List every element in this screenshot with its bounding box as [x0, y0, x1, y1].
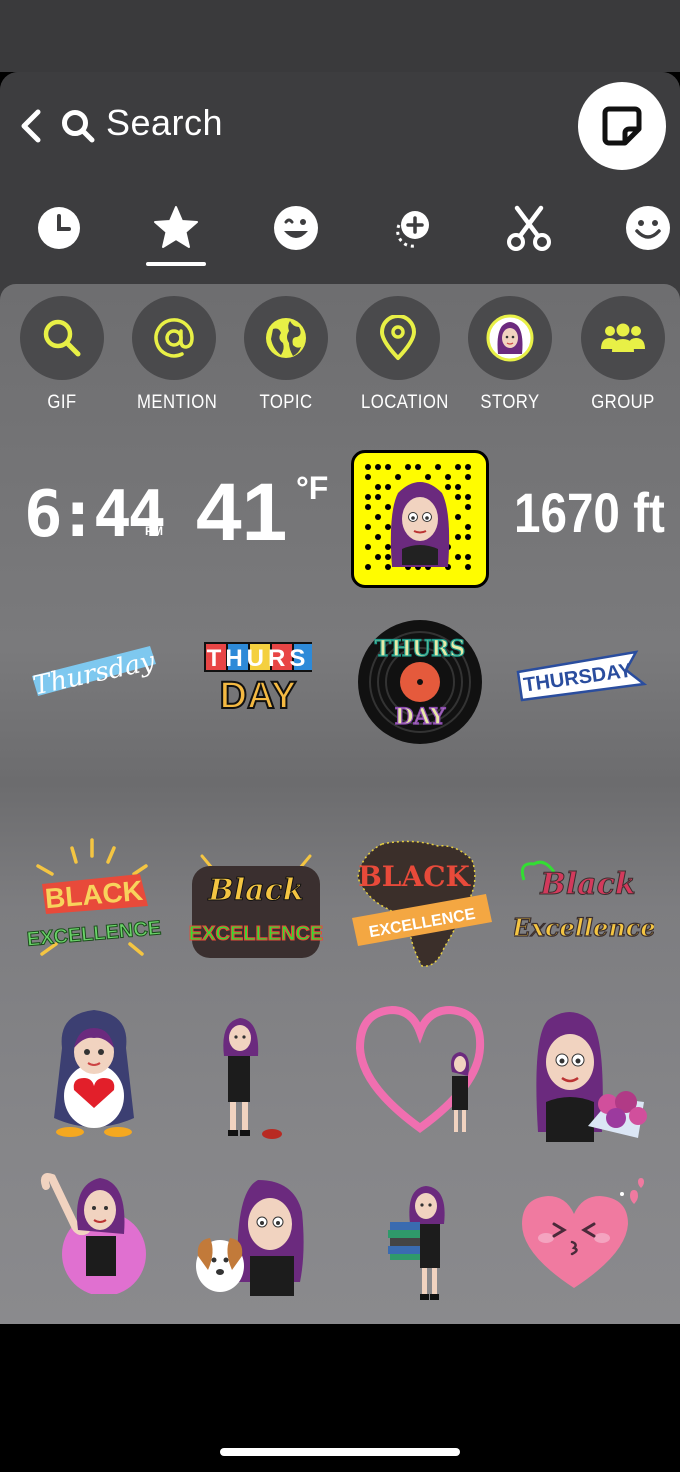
excellence-text: EXCELLENCE — [189, 923, 323, 945]
sticker-picker-panel: Search GIF MENTION TOPIC LOCATION STORY … — [0, 72, 680, 1324]
category-topic[interactable]: TOPIC — [244, 296, 328, 414]
thurs-day-blocks: THURS DAY — [204, 642, 312, 718]
bitmoji-heart-sticker[interactable] — [352, 1002, 488, 1142]
status-bar-area — [0, 0, 680, 72]
snapcode-dots — [365, 464, 471, 570]
globe-icon — [266, 318, 306, 358]
search-header: Search — [0, 72, 680, 179]
star-icon — [154, 206, 198, 248]
black-text: BLACK — [358, 860, 471, 893]
sticker-button[interactable] — [578, 82, 666, 170]
location-pin-icon — [380, 315, 416, 360]
tab-emoji[interactable] — [624, 204, 672, 252]
black-text: Black — [539, 867, 635, 902]
sticker-tabs — [0, 178, 680, 274]
group-icon — [601, 323, 645, 352]
thursday-ribbon-sticker[interactable]: THURSDAY — [514, 644, 648, 716]
sticker-icon — [602, 106, 642, 146]
thursday-script: Thursday — [31, 646, 158, 701]
thursday-sticker[interactable]: Thursday — [24, 634, 164, 714]
bitmoji-penguin-sticker[interactable] — [48, 1008, 140, 1138]
bitmoji-penguin — [54, 1010, 134, 1137]
category-mention[interactable]: MENTION — [132, 296, 218, 414]
excellence-text: Excellence — [514, 913, 654, 942]
thursday-ribbon: THURSDAY — [516, 650, 648, 702]
bitmoji-books-sticker[interactable] — [388, 1184, 456, 1304]
tab-cutout[interactable] — [505, 204, 553, 252]
bitmoji-dropped-item-sticker[interactable] — [206, 1012, 292, 1142]
bitmoji-face-icon — [274, 206, 318, 250]
time-ampm: PM — [145, 524, 163, 538]
category-group[interactable]: GROUP — [581, 296, 665, 414]
category-gif[interactable]: GIF — [20, 296, 104, 414]
smiley-icon — [626, 206, 670, 250]
home-indicator[interactable] — [220, 1448, 460, 1456]
altitude-sticker[interactable]: 1670 ft — [514, 480, 665, 545]
black-text: Black — [207, 873, 303, 908]
black-excellence-sticker-2[interactable]: Black EXCELLENCE — [188, 836, 324, 972]
black-excellence-africa: BLACK EXCELLENCE — [352, 840, 492, 967]
chevron-left-icon[interactable] — [18, 108, 46, 144]
vinyl-record: THURS DAY — [358, 620, 482, 744]
category-label: LOCATION — [361, 392, 449, 413]
bitmoji-standing — [223, 1018, 282, 1139]
search-icon[interactable] — [60, 108, 96, 144]
thursday-banner: Thursday — [31, 646, 158, 702]
kissing-heart-sticker[interactable] — [518, 1176, 652, 1296]
bitmoji-waving — [40, 1173, 146, 1296]
time-sticker[interactable]: 6:44 — [24, 478, 166, 552]
tab-create-sticker[interactable] — [389, 204, 437, 252]
category-label: GIF — [47, 392, 77, 413]
black-excellence-sticker-3[interactable]: BLACK EXCELLENCE — [352, 836, 492, 976]
category-location[interactable]: LOCATION — [356, 296, 449, 414]
bitmoji-avatar-icon — [486, 314, 534, 362]
sticker-grid: GIF MENTION TOPIC LOCATION STORY GROUP 6… — [0, 284, 680, 1324]
snapcode-sticker[interactable] — [351, 450, 489, 588]
clock-icon — [38, 207, 80, 249]
selected-tab-indicator — [146, 262, 206, 266]
black-excellence-script: Black Excellence — [511, 860, 656, 943]
at-icon — [154, 318, 194, 358]
bitmoji-heart — [355, 1005, 485, 1133]
excellence-text: EXCELLENCE — [26, 917, 162, 951]
category-label: GROUP — [591, 392, 655, 413]
tab-bitmoji[interactable] — [272, 204, 320, 252]
temperature-unit: °F — [296, 470, 329, 506]
bitmoji-dog — [196, 1180, 304, 1296]
day-text: DAY — [220, 675, 297, 717]
temperature-sticker[interactable]: 41 — [196, 466, 287, 560]
search-icon — [43, 319, 81, 357]
category-label: STORY — [480, 392, 540, 413]
day-text: DAY — [395, 704, 446, 730]
add-sticker-icon — [396, 211, 429, 248]
category-label: MENTION — [137, 392, 218, 413]
tab-recent[interactable] — [35, 204, 83, 252]
black-excellence-sticker-1[interactable]: BLACK EXCELLENCE — [22, 836, 164, 972]
thurs-day-block-sticker[interactable]: THURS DAY — [200, 636, 316, 718]
thurs-text: THURS — [375, 636, 466, 662]
search-field[interactable]: Search — [106, 102, 223, 144]
tab-favorites[interactable] — [152, 204, 200, 252]
category-story[interactable]: STORY — [468, 296, 552, 414]
scissors-icon — [507, 205, 551, 251]
bitmoji-dog-sticker[interactable] — [194, 1172, 306, 1300]
thursday-record-sticker[interactable]: THURS DAY — [356, 618, 484, 746]
category-label: TOPIC — [259, 392, 313, 413]
kissing-heart — [522, 1178, 644, 1288]
black-excellence-art: BLACK EXCELLENCE — [26, 838, 162, 956]
black-excellence-sticker-4[interactable]: Black Excellence — [511, 850, 656, 960]
black-excellence-art: Black EXCELLENCE — [188, 854, 324, 958]
thurs-text: THURS — [207, 645, 310, 672]
black-text: BLACK — [44, 875, 144, 914]
bitmoji-flowers-sticker[interactable] — [528, 1006, 650, 1142]
bitmoji-books — [388, 1186, 445, 1300]
bitmoji-flowers — [536, 1012, 647, 1142]
bitmoji-waving-sticker[interactable] — [38, 1170, 154, 1296]
